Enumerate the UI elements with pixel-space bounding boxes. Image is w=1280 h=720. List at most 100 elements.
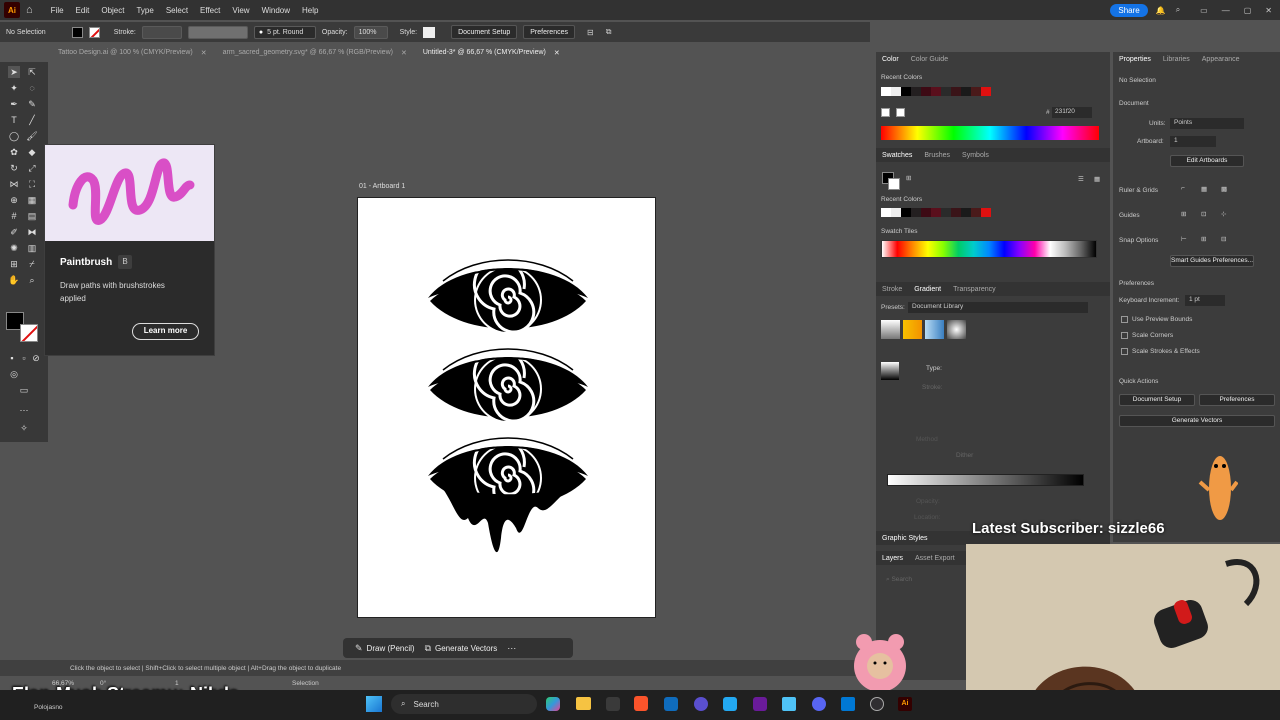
selection-tool-icon[interactable]: ➤	[8, 66, 20, 78]
swatch-tiles-grid[interactable]	[881, 240, 1097, 258]
menu-file[interactable]: File	[45, 6, 70, 15]
app-icon[interactable]	[606, 697, 620, 711]
presets-dropdown[interactable]: Document Library	[908, 302, 1088, 313]
color-spectrum[interactable]	[881, 126, 1099, 140]
scale-tool-icon[interactable]: ⤢	[26, 162, 38, 174]
draw-pencil-button[interactable]: Draw (Pencil)	[367, 644, 415, 653]
tab-gradient[interactable]: Gradient	[914, 286, 941, 293]
tab-symbols[interactable]: Symbols	[962, 152, 989, 159]
direct-selection-tool-icon[interactable]: ⇱	[26, 66, 38, 78]
tab-color-guide[interactable]: Color Guide	[911, 56, 948, 63]
discord-icon[interactable]	[812, 697, 826, 711]
pen-tool-icon[interactable]: ✒	[8, 98, 20, 110]
stroke-color-box[interactable]	[20, 324, 38, 342]
layers-search-input[interactable]: ⌕ Search	[886, 576, 912, 584]
close-tab-icon[interactable]: ✕	[554, 49, 560, 57]
menu-effect[interactable]: Effect	[194, 6, 226, 15]
preferences-button[interactable]: Preferences	[523, 25, 575, 39]
preferences-button[interactable]: Preferences	[1199, 394, 1275, 406]
checkbox-box[interactable]	[1121, 332, 1128, 339]
symbol-sprayer-icon[interactable]: ✺	[8, 242, 20, 254]
tab-libraries[interactable]: Libraries	[1163, 56, 1190, 63]
type-tool-icon[interactable]: T	[8, 114, 20, 126]
paintbrush-tool-icon[interactable]: 🖌	[26, 130, 38, 142]
tab-untitled-3[interactable]: Untitled-3* @ 66,67 % (CMYK/Preview) ✕	[414, 45, 568, 60]
color-stroke-box[interactable]	[896, 108, 905, 117]
snap-grid-icon[interactable]: ⊞	[1201, 235, 1206, 243]
swatch-stroke-box[interactable]	[888, 178, 900, 190]
taskbar-search[interactable]: ⌕ Search	[391, 694, 537, 714]
swatch-options-icon[interactable]: ⊞	[906, 174, 911, 182]
document-setup-button[interactable]: Document Setup	[1119, 394, 1195, 406]
list-view-icon[interactable]: ☰	[1078, 175, 1084, 183]
variable-width-field[interactable]	[187, 25, 248, 39]
vscode-icon[interactable]	[723, 697, 737, 711]
recent-swatch[interactable]	[941, 87, 951, 96]
draw-mode-icon[interactable]: ◎	[8, 368, 20, 380]
generate-vectors-button[interactable]: Generate Vectors	[435, 644, 497, 653]
gradient-preset[interactable]	[881, 320, 900, 339]
recent-swatch[interactable]	[911, 87, 921, 96]
close-tab-icon[interactable]: ✕	[401, 49, 407, 57]
tab-arm-sacred-geometry[interactable]: arm_sacred_geometry.svg* @ 66,67 % (RGB/…	[215, 45, 415, 60]
menu-window[interactable]: Window	[256, 6, 296, 15]
scale-corners-checkbox[interactable]: Scale Corners	[1121, 332, 1173, 339]
bell-icon[interactable]: 🔔	[1156, 6, 1166, 15]
eyedropper-icon[interactable]: ✐	[8, 226, 20, 238]
menu-help[interactable]: Help	[296, 6, 324, 15]
artboard-dropdown[interactable]: 1	[1170, 136, 1216, 147]
line-tool-icon[interactable]: ╱	[26, 114, 38, 126]
transform-icon[interactable]: ⧉	[606, 27, 612, 37]
gradient-preset[interactable]	[903, 320, 922, 339]
recent-swatch[interactable]	[981, 87, 991, 96]
edit-artboards-button[interactable]: Edit Artboards	[1170, 155, 1244, 167]
rotate-tool-icon[interactable]: ↻	[8, 162, 20, 174]
swatch[interactable]	[961, 208, 971, 217]
smart-guides-icon[interactable]: ⊹	[1221, 210, 1226, 218]
tab-appearance[interactable]: Appearance	[1202, 56, 1240, 63]
star-app-icon[interactable]	[753, 697, 767, 711]
brave-icon[interactable]	[634, 696, 648, 711]
grid-icon[interactable]: ▦	[1201, 185, 1207, 193]
learn-more-button[interactable]: Learn more	[132, 323, 199, 340]
shape-builder-icon[interactable]: ⊕	[8, 194, 20, 206]
style-swatch[interactable]	[423, 26, 436, 38]
tab-graphic-styles[interactable]: Graphic Styles	[882, 535, 928, 542]
stroke-swatch[interactable]	[88, 26, 100, 38]
menu-object[interactable]: Object	[95, 6, 130, 15]
lasso-icon[interactable]: ◌	[26, 82, 38, 94]
transparency-grid-icon[interactable]: ▩	[1221, 185, 1227, 193]
units-dropdown[interactable]: Points	[1170, 118, 1244, 129]
swatch[interactable]	[931, 208, 941, 217]
recent-swatch[interactable]	[961, 87, 971, 96]
curvature-tool-icon[interactable]: ✎	[26, 98, 38, 110]
tab-transparency[interactable]: Transparency	[953, 286, 996, 293]
file-explorer-icon[interactable]	[576, 697, 591, 710]
swatch[interactable]	[911, 208, 921, 217]
fill-swatch[interactable]	[71, 26, 83, 38]
gradient-slider[interactable]	[887, 474, 1084, 486]
perspective-grid-icon[interactable]: ▦	[26, 194, 38, 206]
slice-tool-icon[interactable]: ⌿	[26, 258, 38, 270]
more-tools-icon[interactable]: ⋯	[18, 404, 30, 416]
tab-layers[interactable]: Layers	[882, 555, 903, 562]
width-tool-icon[interactable]: ⋈	[8, 178, 20, 190]
recent-swatch[interactable]	[901, 87, 911, 96]
recent-swatch[interactable]	[881, 87, 891, 96]
store-icon[interactable]	[841, 697, 855, 711]
swatch[interactable]	[971, 208, 981, 217]
gradient-preset[interactable]	[947, 320, 966, 339]
gradient-preset[interactable]	[925, 320, 944, 339]
wave-app-icon[interactable]	[694, 697, 708, 711]
share-button[interactable]: Share	[1110, 3, 1148, 17]
stroke-weight-field[interactable]	[141, 25, 182, 39]
lock-guides-icon[interactable]: ⊡	[1201, 210, 1206, 218]
outlook-icon[interactable]	[664, 697, 678, 711]
gradient-mode-icon[interactable]: ▫	[18, 352, 30, 364]
free-transform-icon[interactable]: ⛶	[26, 178, 38, 190]
copilot-icon[interactable]	[546, 697, 560, 711]
opacity-field[interactable]: 100%	[353, 25, 388, 39]
swatch[interactable]	[901, 208, 911, 217]
menu-view[interactable]: View	[226, 6, 255, 15]
show-guides-icon[interactable]: ⊞	[1181, 210, 1186, 218]
